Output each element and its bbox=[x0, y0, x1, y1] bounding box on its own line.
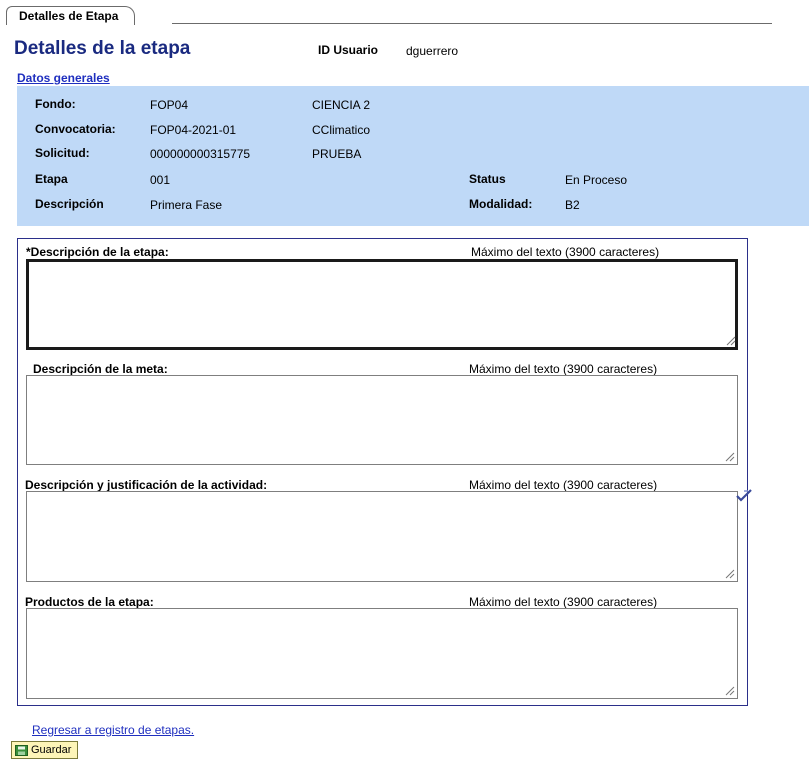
descripcion-label: Descripción bbox=[35, 197, 104, 211]
spellcheck-icon[interactable] bbox=[735, 488, 753, 502]
modalidad-value: B2 bbox=[565, 198, 580, 212]
save-icon bbox=[15, 744, 28, 756]
resize-grip-icon[interactable] bbox=[726, 336, 736, 346]
user-id-value: dguerrero bbox=[406, 44, 459, 58]
page-title: Detalles de la etapa bbox=[14, 38, 191, 59]
meta-description-label: Descripción de la meta: bbox=[33, 362, 168, 376]
etapa-description-max-note: Máximo del texto (3900 caracteres) bbox=[471, 245, 660, 259]
solicitud-value: 000000000315775 bbox=[150, 147, 251, 161]
convocatoria-value: FOP04-2021-01 bbox=[150, 123, 237, 137]
descripcion-value: Primera Fase bbox=[150, 198, 223, 212]
productos-label: Productos de la etapa: bbox=[25, 595, 154, 609]
actividad-description-label: Descripción y justificación de la activi… bbox=[25, 478, 268, 492]
meta-description-max-note: Máximo del texto (3900 caracteres) bbox=[469, 362, 658, 376]
solicitud-name: PRUEBA bbox=[312, 147, 362, 161]
save-button-label: Guardar bbox=[31, 744, 72, 756]
convocatoria-label: Convocatoria: bbox=[35, 122, 116, 136]
etapa-description-label: *Descripción de la etapa: bbox=[26, 245, 169, 259]
fondo-value: FOP04 bbox=[150, 98, 189, 112]
actividad-description-textarea[interactable] bbox=[26, 491, 738, 582]
resize-grip-icon[interactable] bbox=[725, 452, 735, 462]
general-data-link[interactable]: Datos generales bbox=[17, 71, 110, 85]
fondo-name: CIENCIA 2 bbox=[312, 98, 371, 112]
modalidad-label: Modalidad: bbox=[469, 197, 533, 211]
fondo-label: Fondo: bbox=[35, 97, 76, 111]
etapa-label: Etapa bbox=[35, 172, 68, 186]
back-to-stages-link[interactable]: Regresar a registro de etapas. bbox=[32, 723, 194, 737]
productos-textarea[interactable] bbox=[26, 608, 738, 699]
meta-description-textarea[interactable] bbox=[26, 375, 738, 465]
resize-grip-icon[interactable] bbox=[725, 569, 735, 579]
tab-detalles-etapa[interactable]: Detalles de Etapa bbox=[6, 6, 136, 25]
solicitud-label: Solicitud: bbox=[35, 146, 90, 160]
stage-fields-panel: *Descripción de la etapa: Máximo del tex… bbox=[17, 238, 748, 706]
actividad-description-max-note: Máximo del texto (3900 caracteres) bbox=[469, 478, 658, 492]
tab-divider bbox=[172, 23, 772, 24]
etapa-value: 001 bbox=[150, 173, 171, 187]
productos-max-note: Máximo del texto (3900 caracteres) bbox=[469, 595, 658, 609]
general-data-panel: Fondo: FOP04 CIENCIA 2 Convocatoria: FOP… bbox=[17, 86, 809, 226]
convocatoria-name: CClimatico bbox=[312, 123, 371, 137]
save-button[interactable]: Guardar bbox=[11, 741, 79, 759]
resize-grip-icon[interactable] bbox=[725, 686, 735, 696]
etapa-description-textarea[interactable] bbox=[26, 259, 738, 350]
user-id-label: ID Usuario bbox=[318, 43, 379, 57]
status-label: Status bbox=[469, 172, 506, 186]
status-value: En Proceso bbox=[565, 173, 628, 187]
